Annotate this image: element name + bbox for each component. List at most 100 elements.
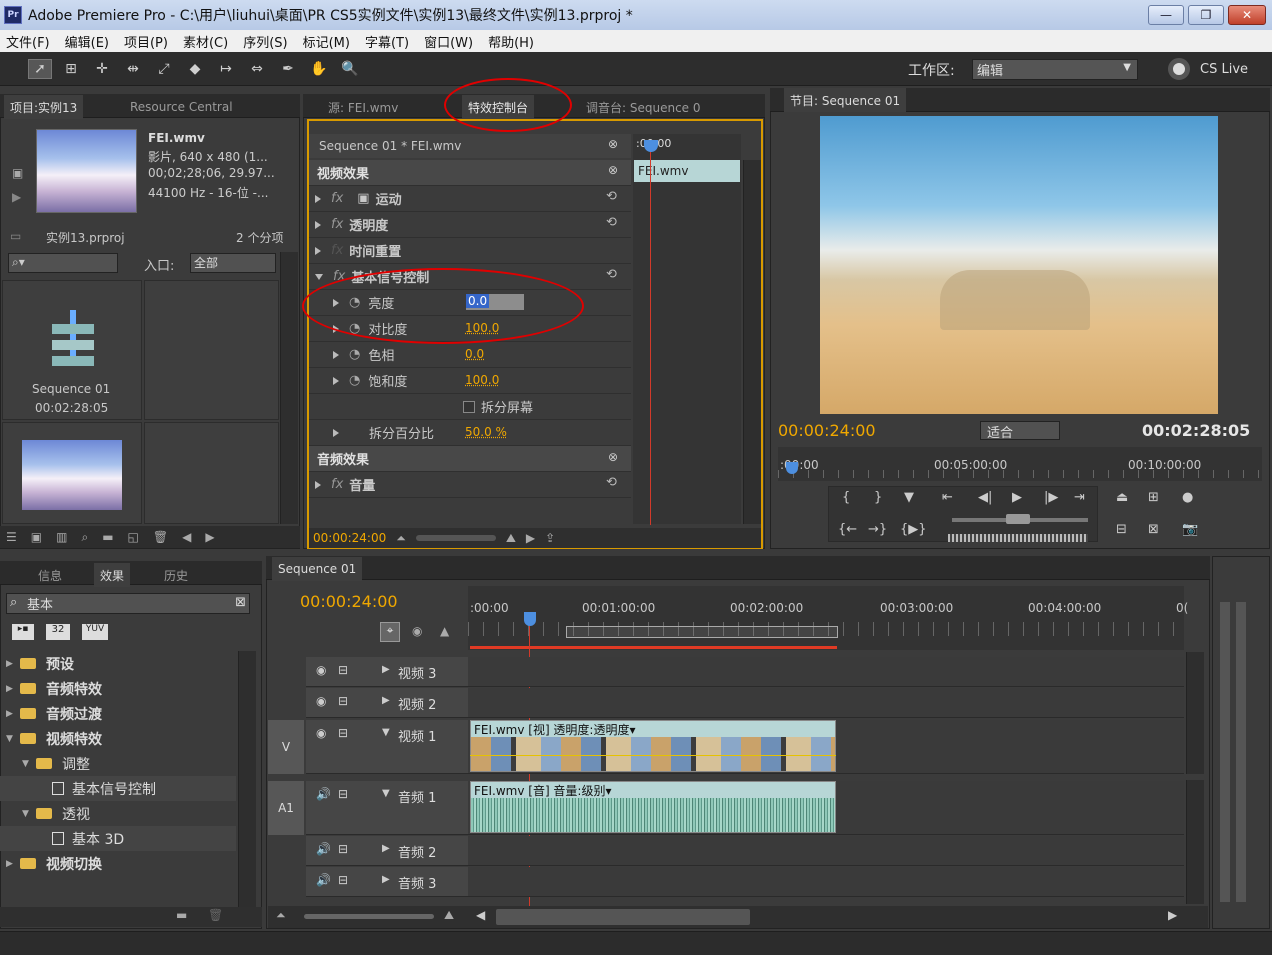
track-lock-icon[interactable]: ⊟ (338, 787, 348, 801)
timeline-zoom-slider[interactable] (304, 914, 434, 919)
trash-icon[interactable]: 🗑 (153, 530, 168, 544)
menu-sequence[interactable]: 序列(S) (237, 32, 296, 51)
audio-clip[interactable]: FEI.wmv [音] 音量:级别▾ (470, 781, 836, 833)
eye-icon[interactable]: ◉ (316, 726, 326, 740)
stopwatch-icon[interactable]: ◔ (349, 347, 360, 362)
reset-opacity-icon[interactable]: ⟲ (606, 215, 617, 230)
menu-file[interactable]: 文件(F) (0, 32, 59, 51)
lift-icon[interactable]: ⏏ (1116, 490, 1128, 505)
mark-in-icon[interactable]: { (842, 490, 850, 505)
opacity-rubberband[interactable] (470, 755, 836, 756)
effects-tree-item[interactable]: ▼ 透视 (0, 801, 236, 826)
work-area-bar[interactable] (566, 626, 838, 638)
track-target[interactable] (268, 688, 304, 718)
track-lock-icon[interactable]: ⊟ (338, 726, 348, 740)
maximize-button[interactable]: ❐ (1188, 5, 1224, 25)
list-view-icon[interactable]: ☰ (6, 530, 17, 544)
expand-arrow-icon[interactable]: ▶ (6, 859, 20, 869)
in-point-select[interactable]: 全部 (190, 253, 276, 273)
minimize-button[interactable]: — (1148, 5, 1184, 25)
menu-marker[interactable]: 标记(M) (297, 32, 359, 51)
expand-arrow-icon[interactable]: ▶ (6, 659, 20, 669)
effect-opacity-row[interactable]: fx 透明度 (309, 212, 631, 238)
program-video-frame[interactable] (820, 116, 1218, 414)
marker-icon[interactable]: ▼ (904, 490, 914, 505)
effects-tree-item[interactable]: ▶ 音频过渡 (0, 701, 236, 726)
track-target[interactable] (268, 657, 304, 687)
tab-program[interactable]: 节目: Sequence 01 (784, 88, 907, 112)
menu-edit[interactable]: 编辑(E) (59, 32, 118, 51)
track-target[interactable]: A1 (268, 781, 304, 835)
tab-info[interactable]: 信息 (32, 563, 68, 587)
timeline-ruler[interactable] (468, 586, 1184, 650)
video-tracks-scrollbar[interactable] (1186, 652, 1204, 774)
ec-playhead[interactable] (650, 140, 651, 525)
timeline-hscroll-thumb[interactable] (496, 909, 750, 925)
output-icon[interactable]: ● (1182, 490, 1193, 505)
track-lane[interactable] (468, 657, 1184, 687)
effects-tree-item[interactable]: ▶ 预设 (0, 651, 236, 676)
menu-title[interactable]: 字幕(T) (359, 32, 418, 51)
go-to-out-icon[interactable]: ⇥ (1074, 490, 1085, 505)
cslive-label[interactable]: CS Live (1200, 62, 1248, 77)
add-marker-icon[interactable]: ▲ (440, 624, 449, 638)
eye-icon[interactable]: ◉ (316, 663, 326, 677)
track-header[interactable]: ◉ ⊟ ▶ 视频 2 (306, 688, 468, 718)
play-preview-icon[interactable]: ▶ (12, 190, 21, 204)
set-marker-icon[interactable]: ◉ (412, 624, 422, 638)
track-header[interactable]: 🔊 ⊟ ▶ 音频 2 (306, 836, 468, 866)
menu-help[interactable]: 帮助(H) (482, 32, 543, 51)
rolling-edit-tool-icon[interactable]: ⇹ (121, 59, 145, 79)
effects-search-input[interactable]: ⌕ 基本 ⊠ (6, 593, 250, 614)
step-back-icon[interactable]: ◀| (978, 490, 992, 505)
zoom-in-icon[interactable]: ⛰ (506, 531, 516, 546)
cslive-icon[interactable] (1168, 58, 1190, 80)
effect-motion-row[interactable]: fx ▣ 运动 (309, 186, 631, 212)
tab-source[interactable]: 源: FEI.wmv (322, 95, 404, 119)
track-lock-icon[interactable]: ⊟ (338, 842, 348, 856)
mark-out-icon[interactable]: } (874, 490, 882, 505)
speaker-icon[interactable]: 🔊 (316, 787, 331, 801)
hand-tool-icon[interactable]: ✋ (307, 59, 331, 79)
pen-tool-icon[interactable]: ✒ (276, 59, 300, 79)
go-next-edit-icon[interactable]: →} (868, 522, 887, 537)
track-select-tool-icon[interactable]: ⊞ (59, 59, 83, 79)
expand-arrow-icon[interactable]: ▼ (22, 809, 36, 819)
project-scrollbar[interactable] (280, 252, 298, 524)
expand-arrow-icon[interactable]: ▼ (6, 734, 20, 744)
safe-margins-icon[interactable]: ⊞ (1148, 490, 1159, 505)
track-target[interactable] (268, 836, 304, 866)
new-bin-icon[interactable]: ▬ (176, 908, 187, 922)
effects-tree-item[interactable]: ▼ 调整 (0, 751, 236, 776)
snap-icon[interactable]: ⌖ (380, 622, 400, 642)
scroll-left-icon[interactable]: ◀ (182, 530, 191, 544)
scroll-right-icon[interactable]: ▶ (205, 530, 214, 544)
new-item-icon[interactable]: ◱ (128, 530, 139, 544)
speaker-icon[interactable]: 🔊 (316, 873, 331, 887)
zoom-out-icon[interactable]: ⏶ (276, 908, 286, 923)
clear-search-icon[interactable]: ⊠ (235, 595, 246, 610)
scroll-left-icon[interactable]: ◀ (476, 908, 485, 922)
ec-timecode[interactable]: 00:00:24:00 (313, 531, 386, 545)
project-search-input[interactable]: ⌕▾ (8, 253, 118, 273)
expand-arrow-icon[interactable]: ▶ (6, 684, 20, 694)
play-audio-icon[interactable]: ▶ (526, 531, 535, 545)
tab-effects[interactable]: 效果 (94, 563, 131, 587)
video-effects-toggle-icon[interactable]: ⊗ (608, 163, 618, 177)
slip-tool-icon[interactable]: ↦ (214, 59, 238, 79)
eye-icon[interactable]: ◉ (316, 694, 326, 708)
effects-tree-item[interactable]: 基本 3D (0, 826, 236, 851)
go-prev-edit-icon[interactable]: {← (838, 522, 857, 537)
close-button[interactable]: ✕ (1228, 5, 1266, 25)
zoom-in-icon[interactable]: ⛰ (444, 908, 454, 923)
zoom-out-icon[interactable]: ⏶ (396, 531, 406, 546)
timeline-timecode[interactable]: 00:00:24:00 (300, 592, 398, 611)
play-in-to-out-icon[interactable]: {▶} (900, 522, 927, 537)
track-header[interactable]: 🔊 ⊟ ▼ 音频 1 (306, 781, 468, 835)
automate-icon[interactable]: ▥ (56, 530, 67, 544)
tab-resource-central[interactable]: Resource Central (124, 95, 239, 119)
split-percent-value[interactable]: 50.0 % (465, 425, 507, 439)
slide-tool-icon[interactable]: ⇔ (245, 59, 269, 79)
icon-view-icon[interactable]: ▣ (31, 530, 42, 544)
timeline-playhead-marker[interactable] (524, 612, 536, 626)
